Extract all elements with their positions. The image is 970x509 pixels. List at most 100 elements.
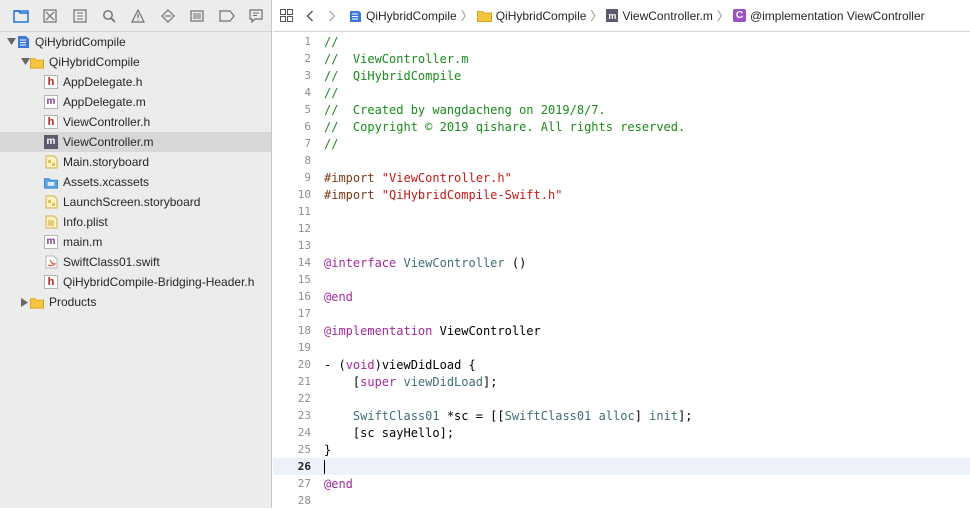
find-navigator-icon[interactable] [94,0,123,32]
code-line[interactable]: 22 [273,390,970,407]
code-line[interactable]: 20 - (void)viewDidLoad { [273,356,970,373]
line-number: 28 [297,494,311,507]
code-line[interactable]: 13 [273,237,970,254]
breadcrumb-file[interactable]: m ViewController.m [606,9,713,23]
project-navigator-icon[interactable] [6,0,35,32]
h-file-icon: h [44,115,58,129]
code-line[interactable]: 9 #import "ViewController.h" [273,169,970,186]
code-line[interactable]: 19 [273,339,970,356]
code-line[interactable]: 7 // [273,135,970,152]
file-tree-item[interactable]: h ViewController.h [0,112,271,132]
file-tree-item[interactable]: m AppDelegate.m [0,92,271,112]
code-line[interactable]: 11 [273,203,970,220]
line-number: 10 [297,188,311,201]
code-line[interactable]: 4 // [273,84,970,101]
line-source: @interface ViewController () [324,256,526,270]
line-number: 9 [304,171,311,184]
line-number: 22 [297,392,311,405]
breakpoint-navigator-icon[interactable] [212,0,241,32]
m-file-icon: m [44,135,58,149]
code-line[interactable]: 27 @end [273,475,970,492]
line-source: #import "ViewController.h" [324,171,512,185]
issue-navigator-icon[interactable] [124,0,153,32]
line-source: - (void)viewDidLoad { [324,358,476,372]
line-number: 23 [297,409,311,422]
line-number: 4 [304,86,311,99]
code-line[interactable]: 10 #import "QiHybridCompile-Swift.h" [273,186,970,203]
symbol-navigator-icon[interactable] [65,0,94,32]
related-items-icon[interactable] [273,0,299,32]
file-tree-item-label: ViewController.m [63,135,154,149]
back-arrow-icon[interactable] [299,0,321,32]
code-line[interactable]: 21 [super viewDidLoad]; [273,373,970,390]
project-icon [350,10,361,22]
code-line[interactable]: 28 [273,492,970,509]
file-tree-item[interactable]: Info.plist [0,212,271,232]
code-token: super [360,374,397,389]
forward-arrow-icon[interactable] [321,0,343,32]
code-line[interactable]: 12 [273,220,970,237]
plist-icon [44,215,58,229]
code-area[interactable]: 1 // 2 // ViewController.m 3 // QiHybridCompi… [273,33,970,509]
line-source: // QiHybridCompile [324,69,461,83]
file-tree-item[interactable]: LaunchScreen.storyboard [0,192,271,212]
disclosure-open-icon[interactable] [20,57,30,67]
code-line[interactable]: 26 [273,458,970,475]
code-token: @implementation [324,323,440,338]
breadcrumb-project[interactable]: QiHybridCompile [349,9,457,23]
file-tree-item[interactable]: Products [0,292,271,312]
code-line[interactable]: 25} [273,441,970,458]
line-source: // [324,86,338,100]
line-source: // Copyright © 2019 qishare. All rights … [324,120,685,134]
line-number: 1 [304,35,311,48]
test-navigator-icon[interactable] [153,0,182,32]
file-tree-item-label: AppDelegate.m [63,95,146,109]
code-line[interactable]: 3 // QiHybridCompile [273,67,970,84]
file-tree-item[interactable]: Main.storyboard [0,152,271,172]
report-navigator-icon[interactable] [242,0,271,32]
file-tree-item[interactable]: m main.m [0,232,271,252]
file-tree-item-label: Main.storyboard [63,155,150,169]
code-line[interactable]: 18 @implementation ViewController [273,322,970,339]
code-line[interactable]: 14 @interface ViewController () [273,254,970,271]
code-line[interactable]: 1 // [273,33,970,50]
code-line[interactable]: 16 @end [273,288,970,305]
file-tree-item[interactable]: m ViewController.m [0,132,271,152]
debug-navigator-icon[interactable] [183,0,212,32]
folder-icon [30,55,44,69]
code-token: [ [324,374,361,389]
code-token: // QiHybridCompile [324,68,462,83]
file-tree-item[interactable]: Assets.xcassets [0,172,271,192]
disclosure-closed-icon[interactable] [20,297,30,307]
code-line[interactable]: 6 // Copyright © 2019 qishare. All rights… [273,118,970,135]
code-line[interactable]: 2 // ViewController.m [273,50,970,67]
breadcrumb-symbol-label: @implementation ViewController [749,8,925,23]
h-file-icon: h [44,275,58,289]
code-line[interactable]: 17 [273,305,970,322]
code-line[interactable]: 24 [sc sayHello]; [273,424,970,441]
file-tree-item-label: SwiftClass01.swift [63,255,160,269]
line-number: 19 [297,341,311,354]
code-line[interactable]: 23 SwiftClass01 *sc = [[SwiftClass01 all… [273,407,970,424]
code-line[interactable]: 15 [273,271,970,288]
file-tree-item[interactable]: QiHybridCompile [0,52,271,72]
file-tree-item[interactable]: SwiftClass01.swift [0,252,271,272]
file-tree-item[interactable]: h QiHybridCompile-Bridging-Header.h [0,272,271,292]
file-tree-item[interactable]: h AppDelegate.h [0,72,271,92]
source-control-icon[interactable] [35,0,64,32]
disclosure-open-icon[interactable] [6,37,16,47]
breadcrumb-group[interactable]: QiHybridCompile [476,9,586,23]
file-tree-item[interactable]: QiHybridCompile [0,32,271,52]
code-line[interactable]: 8 [273,152,970,169]
code-line[interactable]: 5 // Created by wangdacheng on 2019/8/7. [273,101,970,118]
breadcrumb-symbol[interactable]: C @implementation ViewController [732,8,925,23]
file-tree-item-label: main.m [63,235,103,249]
swift-file-icon [44,255,58,269]
code-token: () [504,255,527,270]
